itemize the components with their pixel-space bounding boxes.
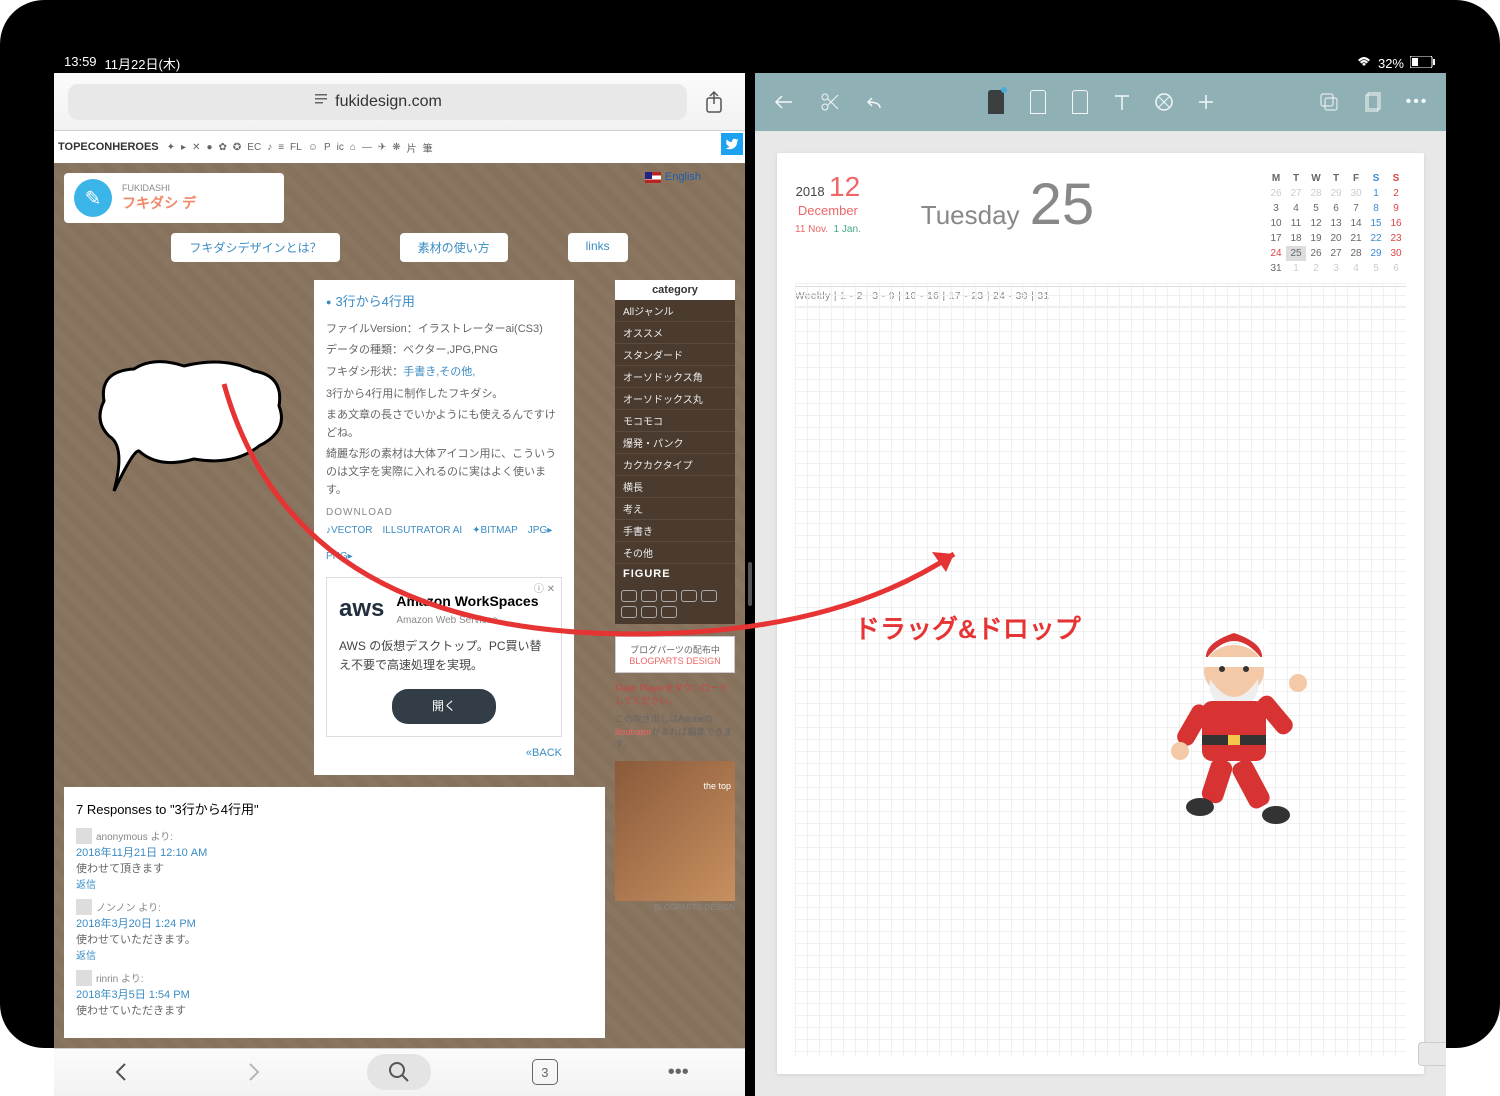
undo-icon[interactable]	[863, 89, 889, 115]
search-button[interactable]	[367, 1054, 431, 1090]
dl-ai[interactable]: ILLSUTRATOR AI	[383, 523, 463, 539]
ipad-status-bar: 13:59 11月22日(木) 32%	[54, 54, 1446, 73]
site-sidebar: category Allジャンル オススメ スタンダード オーソドックス角 オー…	[615, 280, 735, 1038]
cat-item[interactable]: Allジャンル	[615, 300, 735, 322]
eraser-tool[interactable]	[1067, 89, 1093, 115]
drag-drop-label: ドラッグ&ドロップ	[854, 609, 1081, 646]
twitter-icon[interactable]	[721, 133, 743, 155]
dl-jpg[interactable]: JPG▸	[528, 523, 552, 539]
nav-usage[interactable]: 素材の使い方	[400, 233, 508, 262]
pages-icon[interactable]	[1360, 89, 1386, 115]
speech-bubble-left[interactable]	[84, 351, 294, 511]
text-tool[interactable]	[1109, 89, 1135, 115]
split-divider[interactable]	[745, 73, 755, 1096]
back-link[interactable]: «BACK	[326, 745, 562, 763]
cat-item[interactable]: オーソドックス角	[615, 366, 735, 388]
comment-item: rinrin より: 2018年3月5日 1:54 PM 使わせていただきます	[76, 970, 593, 1018]
forward-button[interactable]	[234, 1052, 274, 1092]
back-button[interactable]	[101, 1052, 141, 1092]
cat-item[interactable]: その他	[615, 542, 735, 564]
scissors-icon[interactable]	[817, 89, 843, 115]
ad-open-button[interactable]: 開く	[392, 689, 496, 724]
battery-icon	[1410, 56, 1436, 71]
cat-item[interactable]: モコモコ	[615, 410, 735, 432]
dl-png[interactable]: PNG▸	[326, 549, 353, 565]
notes-toolbar: •••	[755, 73, 1446, 131]
ad-aws[interactable]: ⓘ ✕ aws Amazon WorkSpaces Amazon Web Ser…	[326, 577, 562, 737]
adobe-text: この吹き出しはAdobeのillsutratorがあれば編集できます。	[615, 713, 735, 751]
blogparts-box[interactable]: ブログパーツの配布中 BLOGPARTS DESIGN	[615, 636, 735, 673]
notes-pane: ••• 2018 12 December 11 Nov. 1 Jan. Tues…	[755, 73, 1446, 1096]
tabs-button[interactable]: 3	[525, 1052, 565, 1092]
reader-icon	[313, 91, 329, 112]
shape-icon[interactable]	[1316, 89, 1342, 115]
safari-content[interactable]: TOPECONHEROES ✦▸✕●✿✪EC♪≡FL☺Pic⌂—✈❋片筆 ✎ F…	[54, 131, 745, 1048]
site-logo[interactable]: ✎ FUKIDASHI フキダシ デ	[64, 173, 284, 223]
flash-notice[interactable]: Flash Playerをダウンロードしてください。	[615, 681, 735, 707]
dl-vector[interactable]: ♪VECTOR	[326, 523, 373, 539]
article: 3行から4行用 ファイルVersion：イラストレーターai(CS3) データの…	[314, 280, 574, 775]
wifi-icon	[1356, 56, 1372, 71]
mini-calendar[interactable]: MTWTFSS 262728293012 3456789 10111213141…	[1266, 171, 1406, 276]
cat-item[interactable]: オーソドックス丸	[615, 388, 735, 410]
lasso-tool[interactable]	[1151, 89, 1177, 115]
side-tab-icon[interactable]	[1418, 1042, 1446, 1066]
month-block[interactable]: 2018 12 December 11 Nov. 1 Jan.	[795, 171, 861, 235]
cat-item[interactable]: 爆発・パンク	[615, 432, 735, 454]
pen-tool[interactable]	[983, 89, 1009, 115]
cat-item[interactable]: 考え	[615, 498, 735, 520]
reply-link[interactable]: 返信	[76, 880, 96, 891]
language-switch[interactable]: English	[645, 171, 701, 183]
nav-about[interactable]: フキダシデザインとは？	[171, 233, 339, 262]
santa-illustration[interactable]	[1144, 623, 1324, 843]
battery-percent: 32%	[1378, 56, 1404, 71]
cat-item[interactable]: カクカクタイプ	[615, 454, 735, 476]
topecon-label: TOPECONHEROES	[58, 141, 159, 153]
cat-item[interactable]: オススメ	[615, 322, 735, 344]
nav-links[interactable]: links	[568, 233, 628, 262]
site-top-bar: TOPECONHEROES ✦▸✕●✿✪EC♪≡FL☺Pic⌂—✈❋片筆	[54, 131, 745, 163]
highlighter-tool[interactable]	[1025, 89, 1051, 115]
back-icon[interactable]	[771, 89, 797, 115]
safari-toolbar: fukidesign.com	[54, 73, 745, 131]
url-bar[interactable]: fukidesign.com	[68, 84, 687, 120]
more-button[interactable]: •••	[658, 1052, 698, 1092]
safari-bottom-bar: 3 •••	[54, 1048, 745, 1096]
sidebar-image[interactable]: the top	[615, 761, 735, 901]
big-date: Tuesday 25	[921, 171, 1094, 238]
cat-item[interactable]: 手書き	[615, 520, 735, 542]
comments-title: 7 Responses to "3行から4行用"	[76, 799, 593, 818]
ad-close-icon[interactable]: ⓘ ✕	[534, 582, 555, 598]
cat-item[interactable]: 横長	[615, 476, 735, 498]
comment-item: ノンノン より: 2018年3月20日 1:24 PM 使わせていただきます。 …	[76, 899, 593, 962]
comments-section: 7 Responses to "3行から4行用" anonymous より: 2…	[64, 787, 605, 1038]
status-date: 11月22日(木)	[105, 54, 181, 73]
reply-link[interactable]: 返信	[76, 951, 96, 962]
share-button[interactable]	[697, 85, 731, 119]
url-text: fukidesign.com	[335, 93, 442, 111]
dl-bitmap[interactable]: ✦BITMAP	[472, 523, 518, 539]
safari-pane: fukidesign.com TOPECONHEROES ✦▸✕●✿✪EC♪≡F…	[54, 73, 745, 1096]
add-tool[interactable]	[1193, 89, 1219, 115]
article-title: 3行から4行用	[326, 292, 562, 313]
cat-item[interactable]: スタンダード	[615, 344, 735, 366]
comment-item: anonymous より: 2018年11月21日 12:10 AM 使わせて頂…	[76, 828, 593, 891]
status-time: 13:59	[64, 54, 97, 73]
more-icon[interactable]: •••	[1404, 89, 1430, 115]
shape-link[interactable]: 手書き,その他,	[403, 366, 475, 378]
